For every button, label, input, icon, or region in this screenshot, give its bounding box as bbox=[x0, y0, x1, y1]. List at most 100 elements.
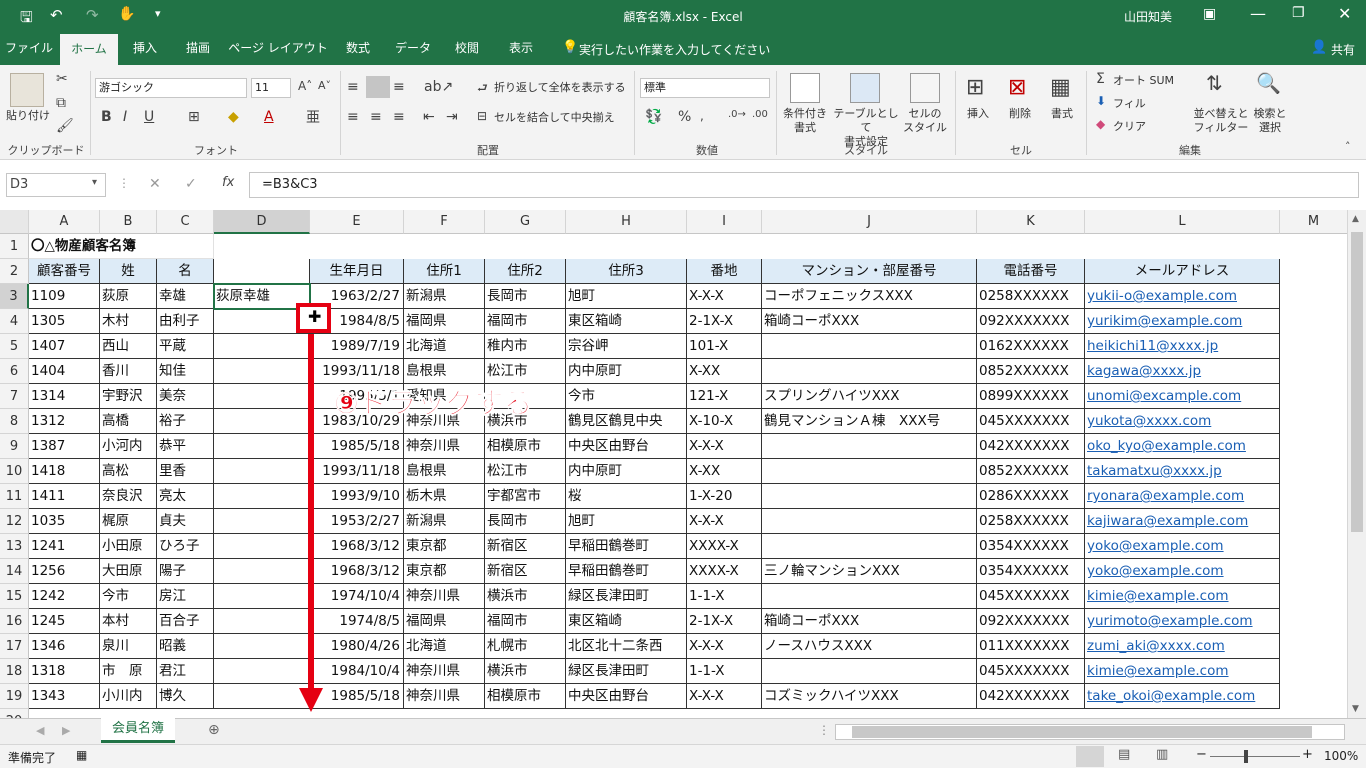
data-cell[interactable]: 小河内 bbox=[100, 434, 157, 459]
column-header[interactable]: H bbox=[566, 210, 687, 234]
copy-icon[interactable]: ⧉ bbox=[56, 95, 66, 111]
data-cell[interactable]: 内中原町 bbox=[566, 459, 687, 484]
cancel-icon[interactable]: ✕ bbox=[149, 176, 161, 192]
column-header[interactable]: B bbox=[100, 210, 157, 234]
data-cell[interactable]: 042XXXXXXX bbox=[977, 684, 1085, 709]
zoom-slider-thumb[interactable] bbox=[1244, 750, 1248, 763]
close-icon[interactable]: ✕ bbox=[1338, 4, 1351, 23]
data-cell[interactable]: 旭町 bbox=[566, 509, 687, 534]
tell-me-box[interactable]: 実行したい作業を入力してください bbox=[579, 41, 770, 58]
data-cell[interactable]: 0852XXXXXX bbox=[977, 459, 1085, 484]
data-cell[interactable] bbox=[214, 634, 310, 659]
data-cell[interactable]: 旭町 bbox=[566, 284, 687, 309]
data-cell[interactable]: 相模原市 bbox=[485, 434, 566, 459]
column-header[interactable]: J bbox=[762, 210, 977, 234]
email-cell[interactable]: oko_kyo@example.com bbox=[1085, 434, 1280, 459]
data-cell[interactable]: 神奈川県 bbox=[404, 584, 485, 609]
conditional-format-button[interactable]: 条件付き 書式 bbox=[780, 107, 830, 135]
row-header[interactable]: 5 bbox=[0, 334, 29, 359]
page-layout-view-icon[interactable]: ▤ bbox=[1118, 747, 1130, 762]
undo-icon[interactable]: ↶ bbox=[50, 6, 63, 24]
data-cell[interactable]: 由利子 bbox=[157, 309, 214, 334]
tab-home[interactable]: ホーム bbox=[60, 34, 118, 65]
data-cell[interactable] bbox=[214, 484, 310, 509]
tab-formulas[interactable]: 数式 bbox=[334, 32, 382, 65]
data-cell[interactable]: 1980/4/26 bbox=[310, 634, 404, 659]
row-header[interactable]: 7 bbox=[0, 384, 29, 409]
currency-icon[interactable]: 💱 bbox=[645, 109, 662, 125]
align-middle-icon[interactable] bbox=[366, 76, 390, 98]
data-cell[interactable]: X-X-X bbox=[687, 284, 762, 309]
cut-icon[interactable]: ✂ bbox=[56, 71, 68, 87]
data-cell[interactable]: 1314 bbox=[29, 384, 100, 409]
data-cell[interactable] bbox=[762, 509, 977, 534]
data-cell[interactable]: 松江市 bbox=[485, 459, 566, 484]
data-cell[interactable]: 神奈川県 bbox=[404, 659, 485, 684]
data-cell[interactable]: 荻原 bbox=[100, 284, 157, 309]
data-cell[interactable] bbox=[214, 584, 310, 609]
data-cell[interactable]: 2-1X-X bbox=[687, 609, 762, 634]
font-name-select[interactable]: 游ゴシック bbox=[95, 78, 247, 98]
row-header[interactable]: 10 bbox=[0, 459, 29, 484]
scroll-down-icon[interactable]: ▼ bbox=[1352, 704, 1359, 714]
data-cell[interactable]: 1387 bbox=[29, 434, 100, 459]
data-cell[interactable]: 東京都 bbox=[404, 559, 485, 584]
data-cell[interactable]: 1404 bbox=[29, 359, 100, 384]
header-cell[interactable]: 番地 bbox=[687, 259, 762, 284]
align-left-icon[interactable]: ≡ bbox=[347, 109, 359, 125]
next-sheet-icon[interactable]: ▶ bbox=[62, 724, 70, 737]
data-cell[interactable]: 1974/8/5 bbox=[310, 609, 404, 634]
zoom-level[interactable]: 100% bbox=[1324, 749, 1358, 763]
scroll-up-icon[interactable]: ▲ bbox=[1352, 214, 1359, 224]
data-cell[interactable] bbox=[762, 584, 977, 609]
share-button[interactable]: 共有 bbox=[1331, 41, 1355, 58]
data-cell[interactable]: 1985/5/18 bbox=[310, 684, 404, 709]
email-cell[interactable]: zumi_aki@xxxx.com bbox=[1085, 634, 1280, 659]
data-cell[interactable]: 092XXXXXXX bbox=[977, 309, 1085, 334]
data-cell[interactable]: 東京都 bbox=[404, 534, 485, 559]
data-cell[interactable]: 木村 bbox=[100, 309, 157, 334]
row-header[interactable]: 9 bbox=[0, 434, 29, 459]
data-cell[interactable]: スプリングハイツXXX bbox=[762, 384, 977, 409]
email-cell[interactable]: yoko@example.com bbox=[1085, 559, 1280, 584]
number-format-select[interactable]: 標準 bbox=[640, 78, 770, 98]
insert-cells-button[interactable]: 挿入 bbox=[960, 107, 996, 121]
data-cell[interactable]: X-X-X bbox=[687, 509, 762, 534]
bold-icon[interactable]: B bbox=[101, 109, 112, 125]
data-cell[interactable]: 中央区由野台 bbox=[566, 684, 687, 709]
data-cell[interactable] bbox=[762, 359, 977, 384]
italic-icon[interactable]: I bbox=[123, 109, 127, 125]
data-cell[interactable]: 101-X bbox=[687, 334, 762, 359]
header-cell[interactable]: メールアドレス bbox=[1085, 259, 1280, 284]
email-cell[interactable]: kagawa@xxxx.jp bbox=[1085, 359, 1280, 384]
data-cell[interactable]: 1256 bbox=[29, 559, 100, 584]
font-color-icon[interactable]: A bbox=[264, 109, 274, 125]
name-box-dropdown-icon[interactable]: ▾ bbox=[92, 177, 97, 188]
insert-function-icon[interactable]: fx bbox=[222, 175, 234, 190]
column-header[interactable]: A bbox=[29, 210, 100, 234]
data-cell[interactable]: 本村 bbox=[100, 609, 157, 634]
zoom-in-icon[interactable]: + bbox=[1302, 747, 1313, 762]
data-cell[interactable]: 1-1-X bbox=[687, 659, 762, 684]
data-cell[interactable]: 新宿区 bbox=[485, 559, 566, 584]
data-cell[interactable]: XXXX-X bbox=[687, 534, 762, 559]
header-cell[interactable]: 住所2 bbox=[485, 259, 566, 284]
data-cell[interactable]: 早稲田鶴巻町 bbox=[566, 534, 687, 559]
sort-filter-button[interactable]: 並べ替えと フィルター bbox=[1190, 107, 1252, 135]
splitter-icon[interactable]: ⋮ bbox=[818, 723, 830, 737]
find-select-button[interactable]: 検索と 選択 bbox=[1248, 107, 1292, 135]
data-cell[interactable]: 高橋 bbox=[100, 409, 157, 434]
data-cell[interactable]: 1242 bbox=[29, 584, 100, 609]
name-box[interactable]: D3 bbox=[6, 173, 106, 197]
data-cell[interactable]: 1993/11/18 bbox=[310, 459, 404, 484]
row-header[interactable]: 3 bbox=[0, 284, 29, 309]
data-cell[interactable]: 1343 bbox=[29, 684, 100, 709]
data-cell[interactable]: 恭平 bbox=[157, 434, 214, 459]
select-all-button[interactable] bbox=[0, 210, 29, 234]
font-size-select[interactable]: 11 bbox=[251, 78, 291, 98]
row-header[interactable]: 15 bbox=[0, 584, 29, 609]
autosum-button[interactable]: オート SUM bbox=[1113, 74, 1174, 88]
header-cell[interactable]: 顧客番号 bbox=[29, 259, 100, 284]
data-cell[interactable]: 1305 bbox=[29, 309, 100, 334]
data-cell[interactable]: 新宿区 bbox=[485, 534, 566, 559]
